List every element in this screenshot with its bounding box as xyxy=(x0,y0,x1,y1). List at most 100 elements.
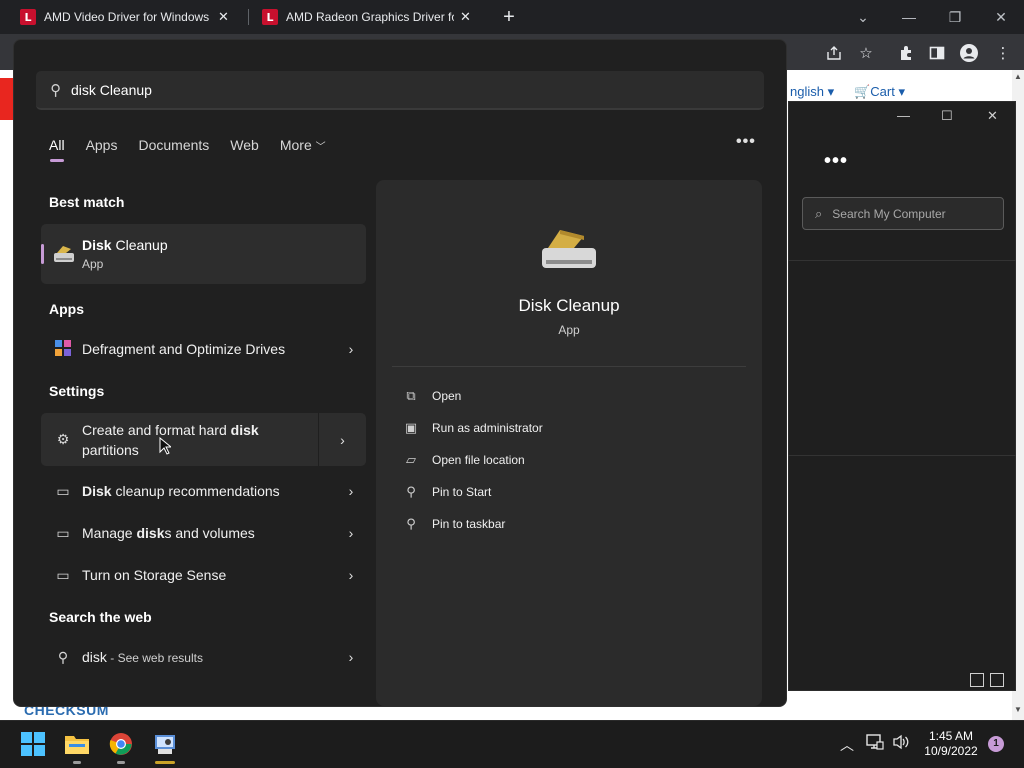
bookmark-star-icon[interactable]: ☆ xyxy=(855,42,877,64)
notification-badge[interactable]: 1 xyxy=(988,736,1004,752)
chevron-right-icon[interactable]: › xyxy=(336,525,366,541)
chevron-right-icon[interactable]: › xyxy=(336,649,366,665)
menu-icon[interactable]: ⋮ xyxy=(992,42,1014,64)
settings-gear-icon: ⚙ xyxy=(56,431,70,447)
search-filter-tabs: All Apps Documents Web More ﹀ xyxy=(49,137,347,162)
cart-icon: 🛒 xyxy=(854,84,871,99)
setting-create-format-partitions[interactable]: ⚙ Create and format hard disk partitions… xyxy=(41,413,366,466)
setting-storage-sense[interactable]: ▭ Turn on Storage Sense › xyxy=(41,555,366,595)
restore-button[interactable]: ❐ xyxy=(932,0,978,34)
search-input[interactable] xyxy=(71,81,671,98)
web-result-label: disk - See web results xyxy=(82,648,203,665)
minimize-button[interactable]: — xyxy=(886,0,932,34)
setting-label: Create and format hard disk partitions xyxy=(82,421,259,458)
action-pin-to-start[interactable]: ⚲ Pin to Start xyxy=(402,481,491,503)
settings-heading: Settings xyxy=(49,383,105,399)
defragment-icon xyxy=(53,339,73,360)
scroll-down-arrow[interactable]: ▼ xyxy=(1012,705,1024,717)
close-icon[interactable]: ✕ xyxy=(987,108,998,124)
tiles-view-icon[interactable] xyxy=(990,673,1004,687)
preview-app-name: Disk Cleanup xyxy=(518,296,620,315)
apps-heading: Apps xyxy=(49,301,84,317)
lenovo-favicon: L xyxy=(20,9,36,25)
best-match-name: Disk Cleanup xyxy=(82,237,168,253)
chevron-up-icon[interactable]: ︿ xyxy=(840,735,854,755)
language-link[interactable]: nglish ▾ xyxy=(790,84,834,100)
minimize-icon[interactable]: — xyxy=(897,108,910,123)
search-web-heading: Search the web xyxy=(49,609,152,625)
tab-title: AMD Video Driver for Windows 1 xyxy=(44,10,212,24)
action-pin-to-taskbar[interactable]: ⚲ Pin to taskbar xyxy=(402,513,505,535)
app-defragment[interactable]: Defragment and Optimize Drives › xyxy=(41,329,366,369)
pin-icon: ⚲ xyxy=(406,516,416,531)
tab-web[interactable]: Web xyxy=(230,137,259,153)
extensions-icon[interactable] xyxy=(895,42,917,64)
cart-link[interactable]: 🛒Cart ▾ xyxy=(854,84,905,100)
tab-search-icon[interactable]: ⌄ xyxy=(840,0,886,34)
action-open[interactable]: ⧉ Open xyxy=(402,385,461,407)
file-explorer-icon[interactable] xyxy=(62,729,92,759)
setting-label: Disk cleanup recommendations xyxy=(82,483,280,499)
search-icon: ⌕ xyxy=(815,205,823,221)
network-icon[interactable] xyxy=(866,734,884,753)
tab-apps[interactable]: Apps xyxy=(86,137,118,153)
best-match-disk-cleanup[interactable]: Disk Cleanup App xyxy=(41,224,366,284)
tab-title: AMD Radeon Graphics Driver for xyxy=(286,10,454,24)
drive-icon: ▭ xyxy=(56,566,70,583)
tab-documents[interactable]: Documents xyxy=(138,137,209,153)
more-options-icon[interactable]: ••• xyxy=(824,150,848,173)
setting-disk-cleanup-recommendations[interactable]: ▭ Disk cleanup recommendations › xyxy=(41,471,366,511)
start-icon[interactable] xyxy=(18,729,48,759)
new-tab-button[interactable]: + xyxy=(498,6,520,28)
page-header-links: nglish ▾ 🛒Cart ▾ xyxy=(790,84,905,100)
tab-all[interactable]: All xyxy=(49,137,65,162)
best-match-type: App xyxy=(82,257,104,271)
scroll-up-arrow[interactable]: ▲ xyxy=(1012,72,1024,84)
divider xyxy=(788,260,1016,261)
more-options-icon[interactable]: ••• xyxy=(736,133,756,151)
lenovo-favicon: L xyxy=(262,9,278,25)
background-app-window: — ☐ ✕ xyxy=(788,101,1016,691)
tab-close-icon[interactable]: ✕ xyxy=(218,9,229,25)
search-my-computer-field[interactable]: ⌕ Search My Computer xyxy=(802,197,1004,230)
running-indicator xyxy=(117,761,125,764)
disk-cleanup-large-icon xyxy=(540,226,598,275)
tab-close-icon[interactable]: ✕ xyxy=(460,9,471,25)
clock-date: 10/9/2022 xyxy=(924,744,978,758)
close-window-button[interactable]: ✕ xyxy=(978,0,1024,34)
volume-icon[interactable] xyxy=(892,734,910,753)
pin-icon: ⚲ xyxy=(406,484,416,499)
chrome-icon[interactable] xyxy=(106,729,136,759)
setting-label: Manage disks and volumes xyxy=(82,525,255,541)
chevron-right-icon[interactable]: › xyxy=(336,483,366,499)
profile-icon[interactable] xyxy=(958,42,980,64)
shield-window-icon: ▣ xyxy=(404,420,418,435)
disk-cleanup-icon xyxy=(53,244,75,269)
system-clock[interactable]: 1:45 AM 10/9/2022 xyxy=(916,729,986,759)
tab-amd-radeon-driver[interactable]: L AMD Radeon Graphics Driver for ✕ xyxy=(242,0,481,34)
side-panel-icon[interactable] xyxy=(926,42,948,64)
search-box[interactable]: ⚲ xyxy=(36,71,764,110)
setting-manage-disks-volumes[interactable]: ▭ Manage disks and volumes › xyxy=(41,513,366,553)
action-open-file-location[interactable]: ▱ Open file location xyxy=(402,449,525,471)
chevron-right-icon[interactable]: › xyxy=(336,567,366,583)
drive-icon: ▭ xyxy=(56,524,70,541)
search-icon: ⚲ xyxy=(57,648,69,665)
chevron-right-icon[interactable]: › xyxy=(336,341,366,357)
tab-amd-video-driver[interactable]: L AMD Video Driver for Windows 1 ✕ xyxy=(0,0,239,34)
maximize-icon[interactable]: ☐ xyxy=(941,108,953,124)
app-label: Defragment and Optimize Drives xyxy=(82,341,286,357)
view-toggle[interactable] xyxy=(970,673,1004,687)
web-result-disk[interactable]: ⚲ disk - See web results › xyxy=(41,637,366,677)
preview-app-type: App xyxy=(558,323,580,337)
active-indicator xyxy=(155,761,175,764)
setting-label: Turn on Storage Sense xyxy=(82,567,227,583)
site-header-accent xyxy=(0,78,14,120)
action-run-as-administrator[interactable]: ▣ Run as administrator xyxy=(402,417,543,439)
share-icon[interactable] xyxy=(823,42,845,64)
tab-more[interactable]: More ﹀ xyxy=(280,137,326,153)
chevron-right-icon[interactable]: › xyxy=(319,432,366,448)
disk-cleanup-icon[interactable] xyxy=(150,729,180,759)
divider xyxy=(392,366,746,367)
details-view-icon[interactable] xyxy=(970,673,984,687)
